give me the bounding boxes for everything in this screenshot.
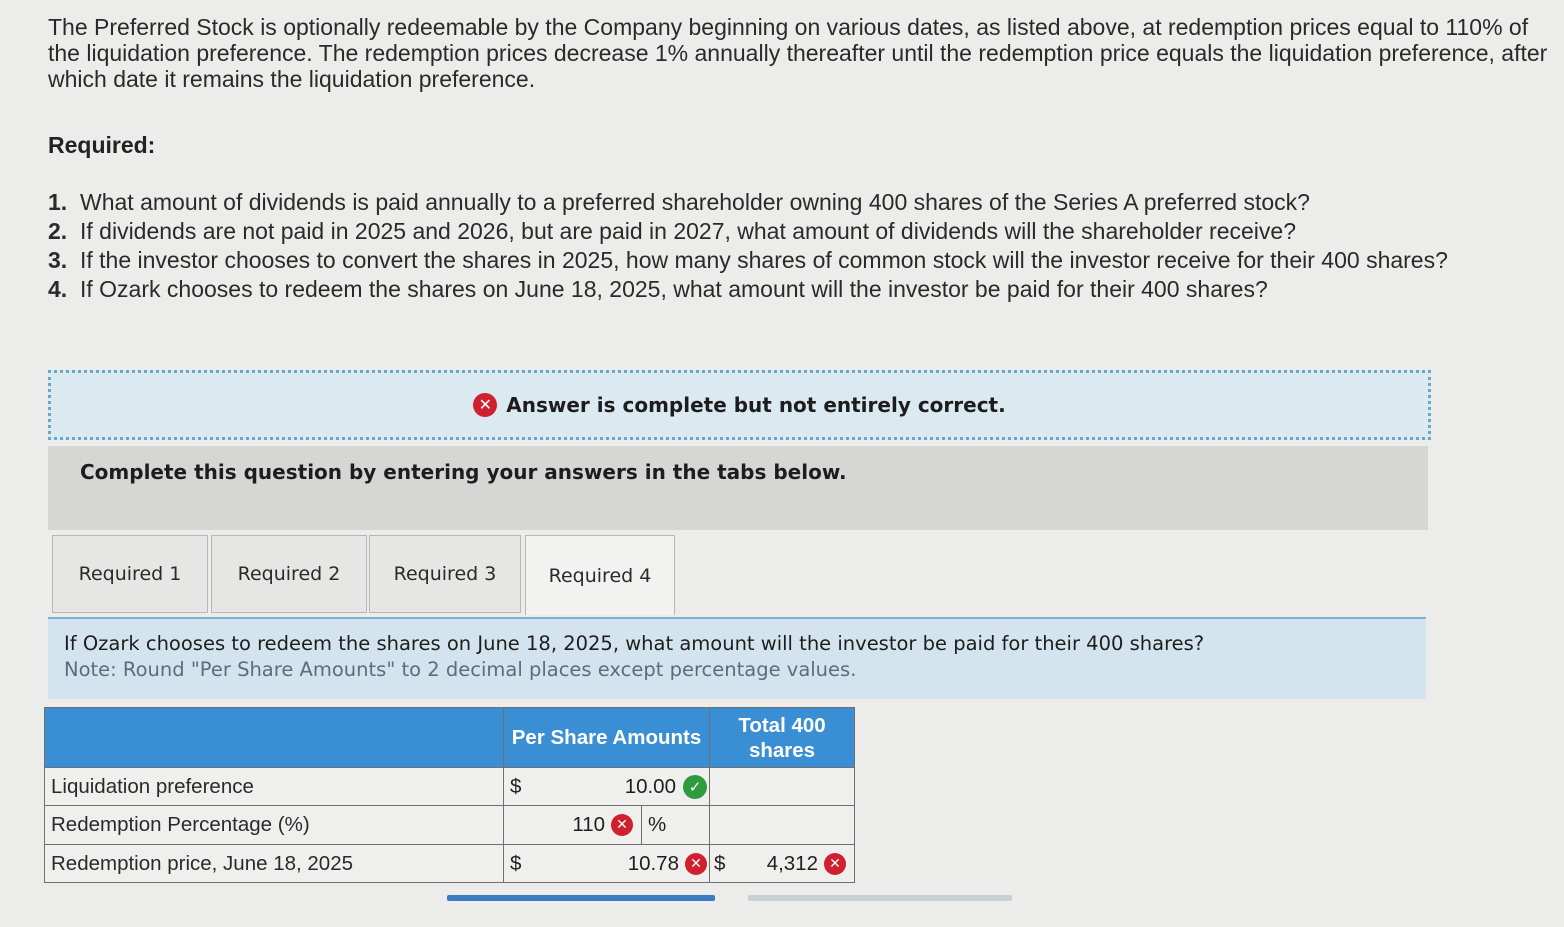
row-label: Redemption Percentage (%) <box>44 805 504 845</box>
header-per-share: Per Share Amounts <box>503 707 710 768</box>
x-circle-icon: ✕ <box>824 852 846 875</box>
next-button-bar[interactable] <box>748 895 1012 901</box>
total-cell[interactable]: $ 4,312 ✕ <box>709 844 855 883</box>
panel-question: If Ozark chooses to redeem the shares on… <box>64 632 1205 655</box>
per-share-input[interactable]: 10.78 <box>628 852 679 876</box>
table-row: Redemption price, June 18, 2025 $ 10.78 … <box>44 844 855 883</box>
question-number: 4. <box>48 276 68 302</box>
question-item: 1. What amount of dividends is paid annua… <box>48 188 1528 217</box>
tab-required-4[interactable]: Required 4 <box>525 535 675 615</box>
header-blank <box>44 707 504 768</box>
dollar-sign: $ <box>510 774 522 798</box>
question-number: 2. <box>48 218 68 244</box>
question-text: If dividends are not paid in 2025 and 20… <box>80 218 1296 244</box>
question-text: If Ozark chooses to redeem the shares on… <box>80 276 1268 302</box>
question-number: 3. <box>48 247 68 273</box>
prev-button-bar[interactable] <box>447 895 715 901</box>
per-share-cell[interactable]: 110 ✕ % <box>503 805 710 845</box>
question-text: If the investor chooses to convert the s… <box>80 247 1448 273</box>
total-cell[interactable] <box>709 767 855 806</box>
x-circle-icon: ✕ <box>685 852 707 875</box>
table-row: Redemption Percentage (%) 110 ✕ % <box>44 805 855 845</box>
x-circle-icon: ✕ <box>473 393 498 417</box>
per-share-cell[interactable]: $ 10.78 ✕ <box>503 844 710 883</box>
tab-required-2[interactable]: Required 2 <box>211 535 367 613</box>
percent-input-wrap[interactable]: 110 ✕ <box>504 806 642 844</box>
panel-note: Note: Round "Per Share Amounts" to 2 dec… <box>64 658 857 681</box>
answer-table: Per Share Amounts Total 400 shares Liqui… <box>44 707 855 883</box>
row-label: Redemption price, June 18, 2025 <box>44 844 504 883</box>
per-share-input[interactable]: 110 <box>572 813 605 837</box>
total-cell <box>709 805 855 845</box>
x-circle-icon: ✕ <box>611 814 633 836</box>
answer-status-banner: ✕ Answer is complete but not entirely co… <box>48 370 1431 440</box>
answer-status-text: Answer is complete but not entirely corr… <box>506 393 1006 417</box>
table-row: Liquidation preference $ 10.00 ✓ <box>44 767 855 806</box>
instruction-text: Complete this question by entering your … <box>80 460 847 484</box>
tab-required-3[interactable]: Required 3 <box>369 535 521 613</box>
instruction-bar: Complete this question by entering your … <box>48 446 1428 530</box>
total-input[interactable]: 4,312 <box>767 852 818 876</box>
percent-sign: % <box>648 813 667 836</box>
question-item: 2. If dividends are not paid in 2025 and … <box>48 217 1528 246</box>
question-list: 1. What amount of dividends is paid annua… <box>48 188 1528 304</box>
dollar-sign: $ <box>510 851 522 875</box>
question-item: 4. If Ozark chooses to redeem the shares … <box>48 275 1528 304</box>
per-share-cell[interactable]: $ 10.00 ✓ <box>503 767 710 806</box>
question-number: 1. <box>48 189 68 215</box>
question-panel: If Ozark chooses to redeem the shares on… <box>48 617 1426 699</box>
check-circle-icon: ✓ <box>683 774 707 799</box>
header-total: Total 400 shares <box>709 707 855 768</box>
row-label: Liquidation preference <box>44 767 504 806</box>
required-heading: Required: <box>48 132 156 158</box>
intro-paragraph: The Preferred Stock is optionally redeem… <box>48 14 1548 92</box>
tab-required-1[interactable]: Required 1 <box>52 535 208 613</box>
question-item: 3. If the investor chooses to convert the… <box>48 246 1528 275</box>
question-text: What amount of dividends is paid annuall… <box>80 189 1310 215</box>
per-share-input[interactable]: 10.00 <box>625 775 676 799</box>
table-header-row: Per Share Amounts Total 400 shares <box>44 707 855 768</box>
dollar-sign: $ <box>714 851 726 875</box>
